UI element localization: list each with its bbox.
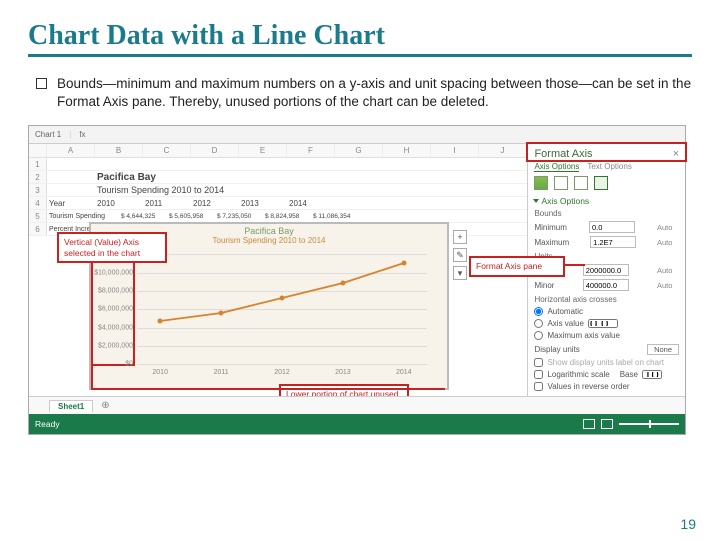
chart-elements-icon[interactable]: + [453,230,467,244]
view-normal-icon[interactable] [583,419,595,429]
page-number: 19 [680,516,696,532]
axis-value-input[interactable] [588,319,618,328]
chart-filters-icon[interactable]: ▾ [453,266,467,280]
cell-subtitle: Tourism Spending 2010 to 2014 [95,184,295,196]
tab-text-options[interactable]: Text Options [587,162,631,172]
add-sheet-icon[interactable]: ⊕ [97,400,113,411]
chk-show-units[interactable] [534,358,543,367]
tab-axis-options[interactable]: Axis Options [534,162,579,172]
slide-title: Chart Data with a Line Chart [28,20,692,57]
chart-styles-icon[interactable]: ✎ [453,248,467,262]
cell-title: Pacifica Bay [95,171,295,183]
chevron-down-icon[interactable] [533,199,539,203]
sheet-tab-bar: Sheet1 ⊕ [29,396,685,414]
bullet-item: Bounds—minimum and maximum numbers on a … [36,75,692,111]
axis-icon[interactable] [594,176,608,190]
radio-max-axis[interactable] [534,331,543,340]
chk-reverse[interactable] [534,382,543,391]
pane-highlight [526,142,687,162]
units-major-input[interactable] [583,264,629,276]
fill-icon[interactable] [534,176,548,190]
section-axis-options: Axis Options [541,196,589,206]
zoom-slider[interactable] [619,423,679,425]
status-bar: Ready [29,414,685,434]
worksheet-area: ABCDEFGHIJ 1 2Pacifica Bay 3Tourism Spen… [29,144,527,402]
chk-log-scale[interactable] [534,370,543,379]
bounds-max-input[interactable] [590,236,636,248]
log-base-input[interactable] [642,370,662,379]
bounds-label: Bounds [534,209,679,218]
sheet-tab-sheet1[interactable]: Sheet1 [49,400,93,412]
callout-axis-selected: Vertical (Value) Axis selected in the ch… [57,232,167,262]
plot-area: $12,000,000 $10,000,000 $8,000,000 $6,00… [137,254,427,364]
units-minor-input[interactable] [583,279,629,291]
status-ready: Ready [35,419,60,429]
fx-label: fx [79,130,85,139]
effects-icon[interactable] [554,176,568,190]
name-box[interactable]: Chart 1 [35,130,61,139]
column-headers: ABCDEFGHIJ [29,144,527,158]
display-units-select[interactable]: None [647,344,679,355]
line-series [137,254,427,364]
radio-automatic[interactable] [534,307,543,316]
radio-axis-value[interactable] [534,319,543,328]
bullet-text: Bounds—minimum and maximum numbers on a … [57,75,692,111]
excel-screenshot: Chart 1 | fx ABCDEFGHIJ 1 2Pacifica Bay … [28,125,686,435]
view-layout-icon[interactable] [601,419,613,429]
hcross-label: Horizontal axis crosses [534,295,679,304]
size-icon[interactable] [574,176,588,190]
bullet-square-icon [36,78,47,89]
bounds-min-input[interactable] [589,221,635,233]
callout-format-pane: Format Axis pane [469,256,565,276]
